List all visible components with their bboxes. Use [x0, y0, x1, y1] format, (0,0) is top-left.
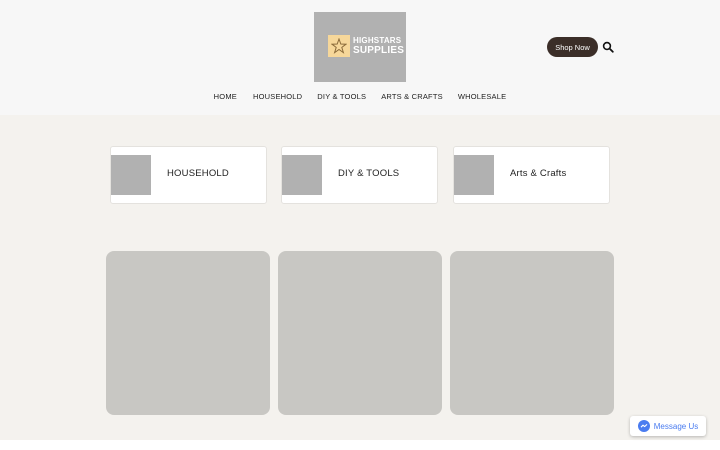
category-image — [111, 155, 151, 195]
category-card-diy-tools[interactable]: DIY & TOOLS — [281, 146, 438, 204]
category-label: Arts & Crafts — [510, 168, 567, 179]
product-tile[interactable] — [278, 251, 442, 415]
shop-now-button[interactable]: Shop Now — [547, 37, 598, 57]
category-image — [454, 155, 494, 195]
product-tile[interactable] — [106, 251, 270, 415]
main-nav: HOME HOUSEHOLD DIY & TOOLS ARTS & CRAFTS… — [0, 92, 720, 101]
logo-inner: HIGHSTARS SUPPLIES — [328, 35, 404, 57]
nav-item-household[interactable]: HOUSEHOLD — [253, 92, 302, 101]
nav-item-arts-crafts[interactable]: ARTS & CRAFTS — [381, 92, 443, 101]
site-header: HIGHSTARS SUPPLIES Shop Now HOME HOUSEHO… — [0, 0, 720, 115]
star-logo-icon — [328, 35, 350, 57]
search-icon[interactable] — [602, 40, 614, 53]
category-label: DIY & TOOLS — [338, 168, 400, 179]
logo-line-2: SUPPLIES — [353, 45, 405, 56]
nav-item-home[interactable]: HOME — [214, 92, 237, 101]
logo-text: HIGHSTARS SUPPLIES — [353, 36, 404, 56]
category-label: HOUSEHOLD — [167, 168, 229, 179]
nav-item-wholesale[interactable]: WHOLESALE — [458, 92, 506, 101]
footer-strip — [0, 440, 720, 450]
message-us-button[interactable]: Message Us — [630, 416, 706, 436]
category-card-arts-crafts[interactable]: Arts & Crafts — [453, 146, 610, 204]
messenger-icon — [637, 420, 650, 432]
category-card-household[interactable]: HOUSEHOLD — [110, 146, 267, 204]
nav-item-diy-tools[interactable]: DIY & TOOLS — [317, 92, 366, 101]
product-tile[interactable] — [450, 251, 614, 415]
message-us-label: Message Us — [653, 421, 699, 431]
category-image — [282, 155, 322, 195]
logo-line-1: HIGHSTARS — [353, 36, 402, 45]
site-logo[interactable]: HIGHSTARS SUPPLIES — [314, 12, 406, 82]
